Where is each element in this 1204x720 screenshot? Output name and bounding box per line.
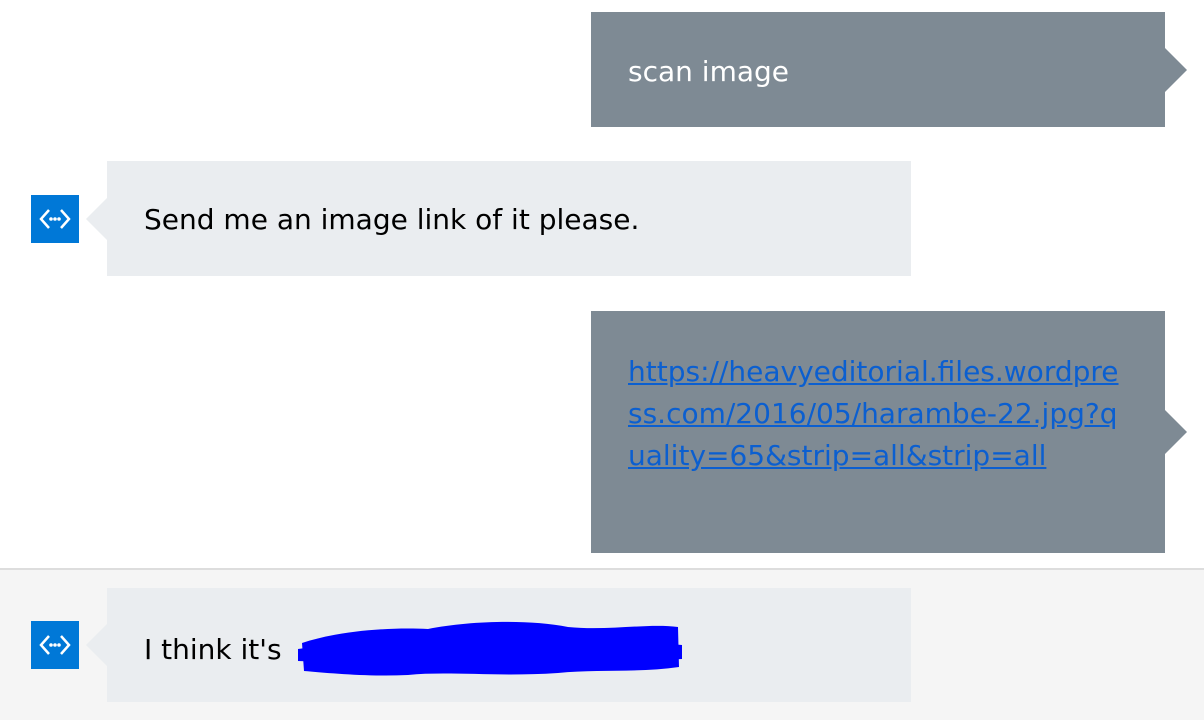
user-message: https://heavyeditorial.files.wordpress.c… [591,311,1187,553]
chat-transcript: scan image Send me an image link of it p… [0,0,1204,720]
bot-code-brackets-icon [39,209,71,229]
image-link[interactable]: https://heavyeditorial.files.wordpress.c… [628,351,1129,477]
user-message: scan image [591,12,1187,127]
message-text: Send me an image link of it please. [144,203,640,236]
bot-message: I think it's [86,588,911,702]
bot-code-brackets-icon [39,635,71,655]
bot-avatar [31,621,79,669]
message-text: I think it's [144,633,282,666]
redaction-scribble [298,621,683,676]
bot-message: Send me an image link of it please. [86,161,911,276]
message-text: scan image [628,55,789,88]
bot-avatar [31,195,79,243]
